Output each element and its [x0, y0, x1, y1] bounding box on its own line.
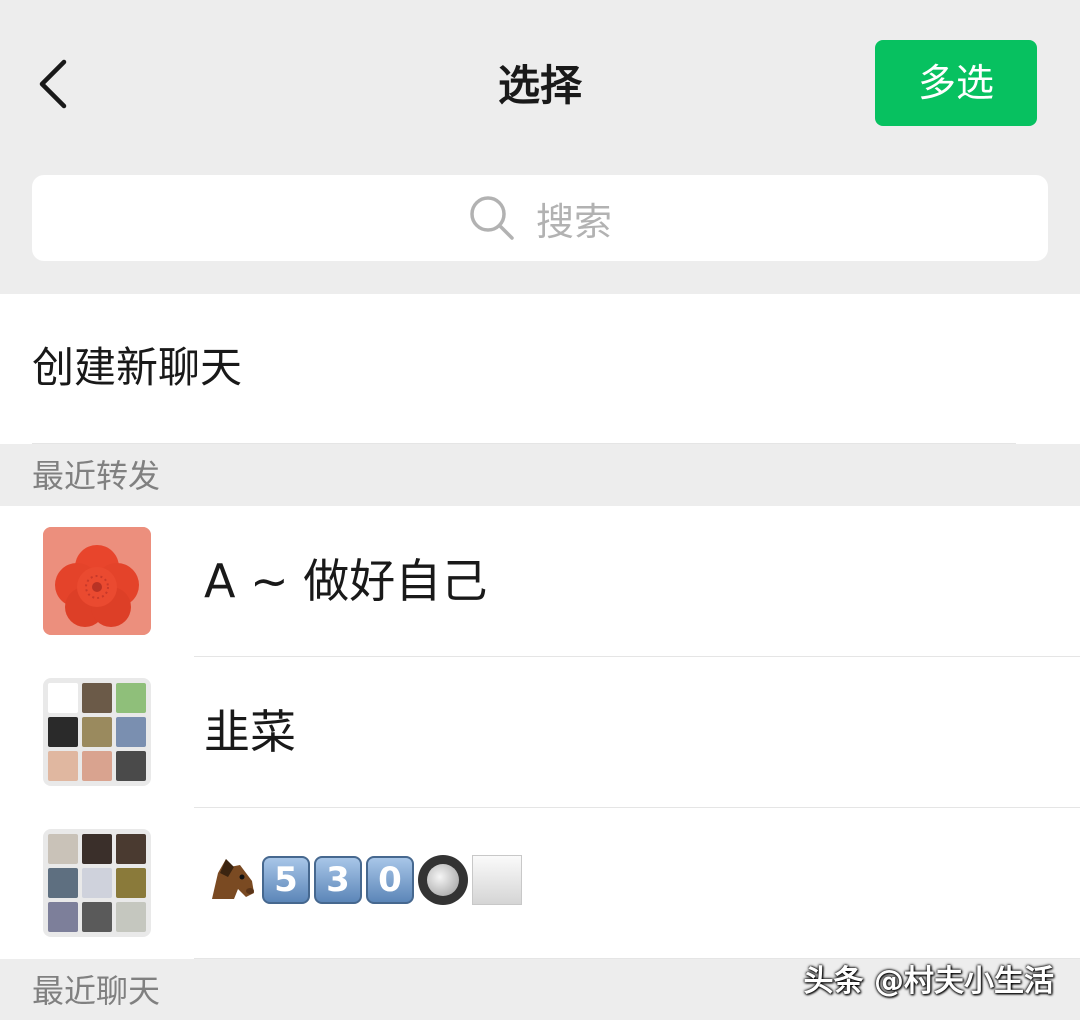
nav-header: 选择 多选	[0, 0, 1080, 160]
search-placeholder: 搜索	[535, 199, 612, 244]
contact-row[interactable]: 5 3 0	[0, 808, 1080, 959]
emoji-name: 5 3 0	[204, 853, 522, 907]
keycap-three: 3	[314, 856, 362, 904]
search-bar[interactable]: 搜索	[32, 175, 1048, 261]
search-icon	[470, 196, 514, 240]
white-square-icon	[472, 855, 522, 905]
group-avatar-grid	[43, 829, 151, 937]
keycap-five: 5	[262, 856, 310, 904]
contact-name: 韭菜	[204, 705, 296, 759]
contact-row[interactable]: 韭菜	[0, 657, 1080, 808]
multi-select-button[interactable]: 多选	[875, 40, 1037, 126]
avatar	[43, 678, 151, 786]
group-avatar-grid	[43, 678, 151, 786]
watermark: 头条 @村夫小生活	[803, 964, 1054, 999]
red-flower-avatar-icon	[43, 527, 151, 635]
section-label: 最近聊天	[32, 972, 161, 1010]
avatar	[43, 829, 151, 937]
section-label: 最近转发	[32, 457, 161, 495]
avatar	[43, 527, 151, 635]
create-new-chat-row[interactable]: 创建新聊天	[0, 294, 1080, 444]
contact-row[interactable]: A ~ 做好自己	[0, 506, 1080, 657]
section-header-recent-forward: 最近转发	[0, 444, 1080, 506]
radio-button-icon	[418, 855, 468, 905]
contact-name: 5 3 0	[204, 853, 522, 907]
back-button[interactable]	[28, 50, 88, 120]
contact-name: A ~ 做好自己	[204, 554, 488, 608]
chevron-left-icon	[39, 59, 67, 109]
keycap-zero: 0	[366, 856, 414, 904]
horse-face-icon	[212, 859, 254, 899]
create-new-chat-label: 创建新聊天	[32, 343, 243, 392]
